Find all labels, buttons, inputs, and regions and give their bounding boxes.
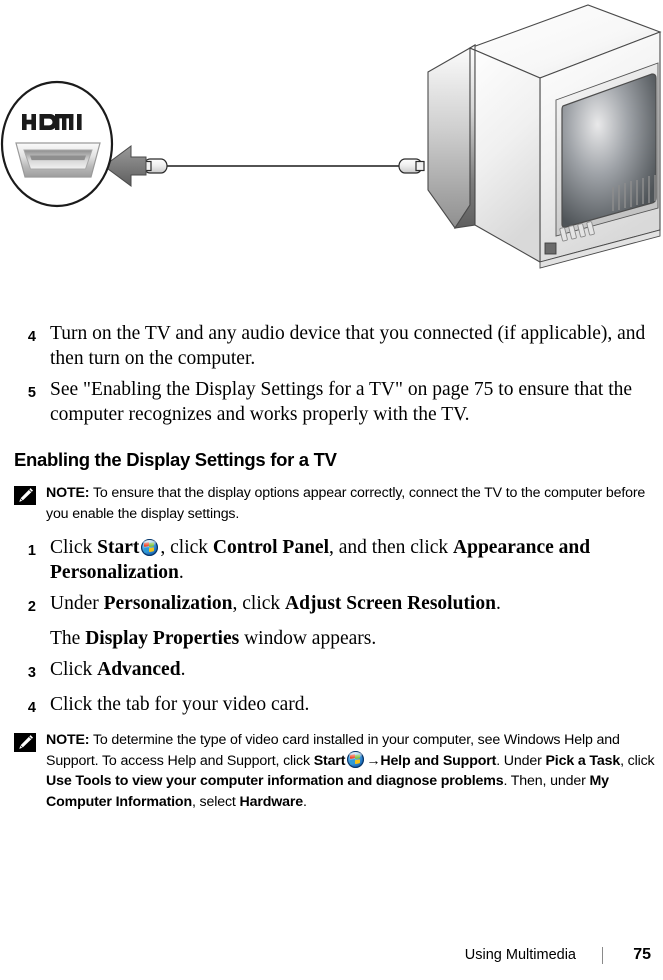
emphasis-text: Start: [313, 752, 346, 769]
emphasis-text: Personalization: [103, 593, 233, 614]
windows-start-orb-icon: [347, 750, 365, 768]
note-body: To ensure that the display options appea…: [46, 485, 646, 522]
emphasis-text: Adjust Screen Resolution: [285, 593, 496, 614]
step-text: Click Advanced.: [50, 659, 186, 680]
note-label: NOTE:: [46, 732, 90, 748]
note-pencil-icon: [14, 486, 36, 505]
list-item: 5 See "Enabling the Display Settings for…: [14, 378, 663, 427]
list-item: 1 Click Start, click Control Panel, and …: [14, 536, 663, 585]
step-number: 1: [27, 543, 36, 559]
step-text: Under Personalization, click Adjust Scre…: [50, 593, 501, 614]
step-number: 2: [27, 599, 36, 615]
footer-chapter-title: Using Multimedia: [464, 947, 576, 963]
note-pencil-icon: [14, 733, 36, 752]
step-number: 4: [27, 329, 36, 345]
list-item: 3 Click Advanced.: [14, 658, 663, 686]
document-content: 4 Turn on the TV and any audio device th…: [14, 322, 663, 824]
hdmi-port-callout: [0, 80, 114, 208]
note-label: NOTE:: [46, 485, 90, 501]
note-callout: NOTE: To ensure that the display options…: [14, 483, 663, 524]
cable-connector-right: [398, 158, 425, 174]
note-text: NOTE: To ensure that the display options…: [46, 483, 663, 524]
result-paragraph: The Display Properties window appears.: [50, 627, 377, 649]
emphasis-text: Hardware: [239, 793, 304, 810]
footer-page-number: 75: [633, 946, 651, 963]
windows-start-orb-icon: [141, 539, 159, 556]
note-text: NOTE: To determine the type of video car…: [46, 730, 663, 812]
hdmi-port: [15, 142, 101, 178]
step-number: 5: [27, 385, 36, 401]
list-item: 2 Under Personalization, click Adjust Sc…: [14, 592, 663, 620]
emphasis-text: Display Properties: [85, 627, 240, 649]
emphasis-text: Start: [97, 537, 140, 558]
list-item: 4 Turn on the TV and any audio device th…: [14, 322, 663, 371]
step-text: Click the tab for your video card.: [50, 693, 310, 715]
tv-illustration: [427, 4, 662, 269]
hdmi-tv-connection-illustration: [0, 0, 663, 290]
hdmi-cable: [142, 158, 425, 174]
step-number: 4: [27, 699, 36, 716]
emphasis-text: Use Tools to view your computer informat…: [46, 773, 504, 789]
tv-ir-sensor: [544, 242, 557, 255]
list-item: 4 Click the tab for your video card.: [14, 693, 663, 721]
emphasis-text: →Help and Support: [366, 752, 497, 769]
note-callout: NOTE: To determine the type of video car…: [14, 730, 663, 812]
step-text: Turn on the TV and any audio device that…: [50, 323, 646, 369]
emphasis-text: Control Panel: [212, 537, 330, 558]
footer-divider: [602, 946, 603, 964]
step-text: See "Enabling the Display Settings for a…: [50, 379, 633, 425]
page-title: Enabling the Display Settings for a TV: [14, 449, 337, 470]
page-footer: Using Multimedia 75: [0, 942, 663, 968]
emphasis-text: Advanced: [97, 659, 181, 680]
note-body: To determine the type of video card inst…: [46, 732, 655, 810]
step-number: 3: [27, 665, 36, 681]
step-text: Click Start, click Control Panel, and th…: [50, 537, 591, 583]
emphasis-text: Pick a Task: [545, 752, 621, 769]
cable-connector-left: [142, 158, 168, 174]
illustration-svg: [0, 4, 662, 269]
